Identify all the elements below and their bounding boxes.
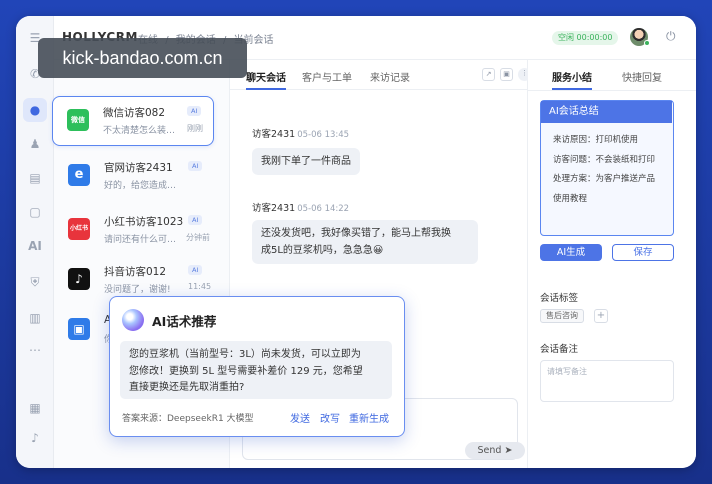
tags-label: 会话标签	[540, 293, 579, 304]
icon-rail: ☰ ✆ ● ♟ ▤ ▢ AI ⛨ ▥ ⋯ ▦ ♪	[16, 16, 54, 468]
message-time: 05-06 13:45	[297, 130, 350, 140]
user-icon[interactable]: ♟	[27, 136, 43, 152]
summary-line: 来访原因：打印机使用	[553, 135, 639, 145]
watermark: kick-bandao.com.cn	[38, 38, 247, 78]
active-tab-indicator	[246, 88, 286, 90]
conversation-name: 官网访客2431	[104, 162, 173, 174]
ie-icon: e	[68, 164, 90, 186]
bar-chart-icon[interactable]: ▥	[27, 310, 43, 326]
clipboard-icon[interactable]: ▤	[27, 170, 43, 186]
tab-quick-reply[interactable]: 快捷回复	[622, 69, 662, 84]
message-header: 访客2431 05-06 14:22	[252, 200, 349, 214]
wechat-icon: 微信	[67, 109, 89, 131]
message-time: 05-06 14:22	[297, 204, 350, 214]
conversation-time: 11:45	[188, 282, 212, 291]
conversation-preview: 请问还有什么可…	[104, 235, 177, 245]
tag-chip[interactable]: 售后咨询	[540, 309, 584, 323]
bell-icon[interactable]: ♪	[27, 430, 43, 446]
conversation-preview: 没问题了，谢谢!	[104, 285, 171, 295]
send-button[interactable]: Send ➤	[465, 442, 525, 459]
reply-line: 您修改！更换到 5L 型号需要补差价 129 元，您希望	[129, 365, 363, 377]
chat-tabs: 聊天会话 客户与工单 来访记录 ↗ ▣ ⋮	[230, 60, 531, 90]
message-line: 成5L的豆浆机吗，急急急😀	[261, 245, 384, 256]
conversation-time: 分钟前	[186, 233, 210, 242]
ai-icon[interactable]: AI	[27, 238, 43, 254]
ai-badge: AI	[188, 161, 203, 171]
summary-line: 处理方案：为客户推送产品	[553, 174, 656, 184]
ai-orb-icon	[122, 309, 144, 331]
ai-generate-button[interactable]: AI生成	[540, 244, 602, 261]
save-button[interactable]: 保存	[612, 244, 674, 261]
summary-line: 使用教程	[553, 193, 588, 204]
message-bubble: 我刚下单了一件商品	[252, 148, 360, 175]
conversation-item[interactable]: e 官网访客2431 AI 好的，给您造成…	[54, 152, 230, 202]
suggested-reply: 您的豆浆机（当前型号：3L）尚未发货，可以立即为 您修改！更换到 5L 型号需要…	[120, 341, 392, 399]
message-bubble: 还没发货吧，我好像买错了，能马上帮我换 成5L的豆浆机吗，急急急😀	[252, 220, 478, 264]
summary-line: 访客问题：不会装纸和打印	[553, 154, 656, 165]
lock-icon[interactable]: ▣	[500, 68, 513, 81]
send-label: Send	[477, 445, 502, 456]
conversation-time: 刚刚	[187, 124, 203, 133]
conversation-item[interactable]: 小红书 小红书访客1023 AI 请问还有什么可… 分钟前	[54, 206, 230, 256]
message-sender: 访客2431	[252, 129, 296, 140]
conversation-item[interactable]: 微信 微信访客082 AI 不太清楚怎么装… 刚刚	[52, 96, 214, 146]
popup-title: AI话术推荐	[152, 314, 217, 329]
book-icon[interactable]: ▦	[27, 400, 43, 416]
add-tag-button[interactable]: +	[594, 309, 608, 323]
rewrite-button[interactable]: 改写	[320, 410, 340, 425]
reply-line: 您的豆浆机（当前型号：3L）尚未发货，可以立即为	[129, 349, 361, 360]
notes-label: 会话备注	[540, 344, 579, 355]
online-status-dot	[644, 40, 650, 46]
more-icon[interactable]: ⋯	[27, 342, 43, 358]
summary-title: AI会话总结	[541, 101, 672, 123]
ai-badge: AI	[188, 265, 203, 275]
divider	[528, 90, 696, 91]
message-line: 还没发货吧，我好像买错了，能马上帮我换	[261, 228, 451, 239]
ai-suggestion-popup: AI话术推荐 您的豆浆机（当前型号：3L）尚未发货，可以立即为 您修改！更换到 …	[109, 296, 405, 437]
conversation-name: 小红书访客1023	[104, 216, 184, 228]
power-icon[interactable]: ⏻	[666, 29, 676, 44]
tab-chat[interactable]: 聊天会话	[246, 69, 286, 84]
ai-summary-card: AI会话总结 来访原因：打印机使用 访客问题：不会装纸和打印 处理方案：为客户推…	[540, 100, 674, 236]
notes-placeholder: 请填写备注	[547, 367, 587, 376]
ai-badge: AI	[188, 215, 203, 225]
service-panel: 服务小结 快捷回复 AI会话总结 来访原因：打印机使用 访客问题：不会装纸和打印…	[528, 60, 696, 468]
conversation-preview: 好的，给您造成…	[104, 181, 177, 191]
export-icon[interactable]: ↗	[482, 68, 495, 81]
tab-service-summary[interactable]: 服务小结	[552, 69, 592, 84]
conversation-name: 微信访客082	[103, 107, 166, 119]
status-badge[interactable]: 空闲 00:00:00	[552, 31, 619, 45]
send-suggestion-button[interactable]: 发送	[290, 410, 310, 425]
message-header: 访客2431 05-06 13:45	[252, 126, 349, 140]
message-sender: 访客2431	[252, 203, 296, 214]
answer-source: 答案来源：DeepseekR1 大模型	[122, 414, 254, 424]
regenerate-button[interactable]: 重新生成	[349, 410, 389, 425]
chat-icon[interactable]: ●	[23, 98, 47, 122]
douyin-icon: ♪	[68, 268, 90, 290]
xiaohongshu-icon: 小红书	[68, 218, 90, 240]
reply-line: 直接更换还是先取消重拍?	[129, 382, 245, 393]
ai-badge: AI	[187, 106, 202, 116]
notes-input[interactable]: 请填写备注	[540, 360, 674, 402]
summary-body: 来访原因：打印机使用 访客问题：不会装纸和打印 处理方案：为客户推送产品 使用教…	[553, 131, 669, 209]
message-icon[interactable]: ▢	[27, 204, 43, 220]
tab-customer-ticket[interactable]: 客户与工单	[302, 69, 352, 84]
shield-icon[interactable]: ⛨	[27, 274, 43, 290]
cube-icon: ▣	[68, 318, 90, 340]
conversation-name: 抖音访客012	[104, 266, 167, 278]
tab-visit-records[interactable]: 来访记录	[370, 69, 410, 84]
conversation-preview: 不太清楚怎么装…	[103, 126, 176, 136]
